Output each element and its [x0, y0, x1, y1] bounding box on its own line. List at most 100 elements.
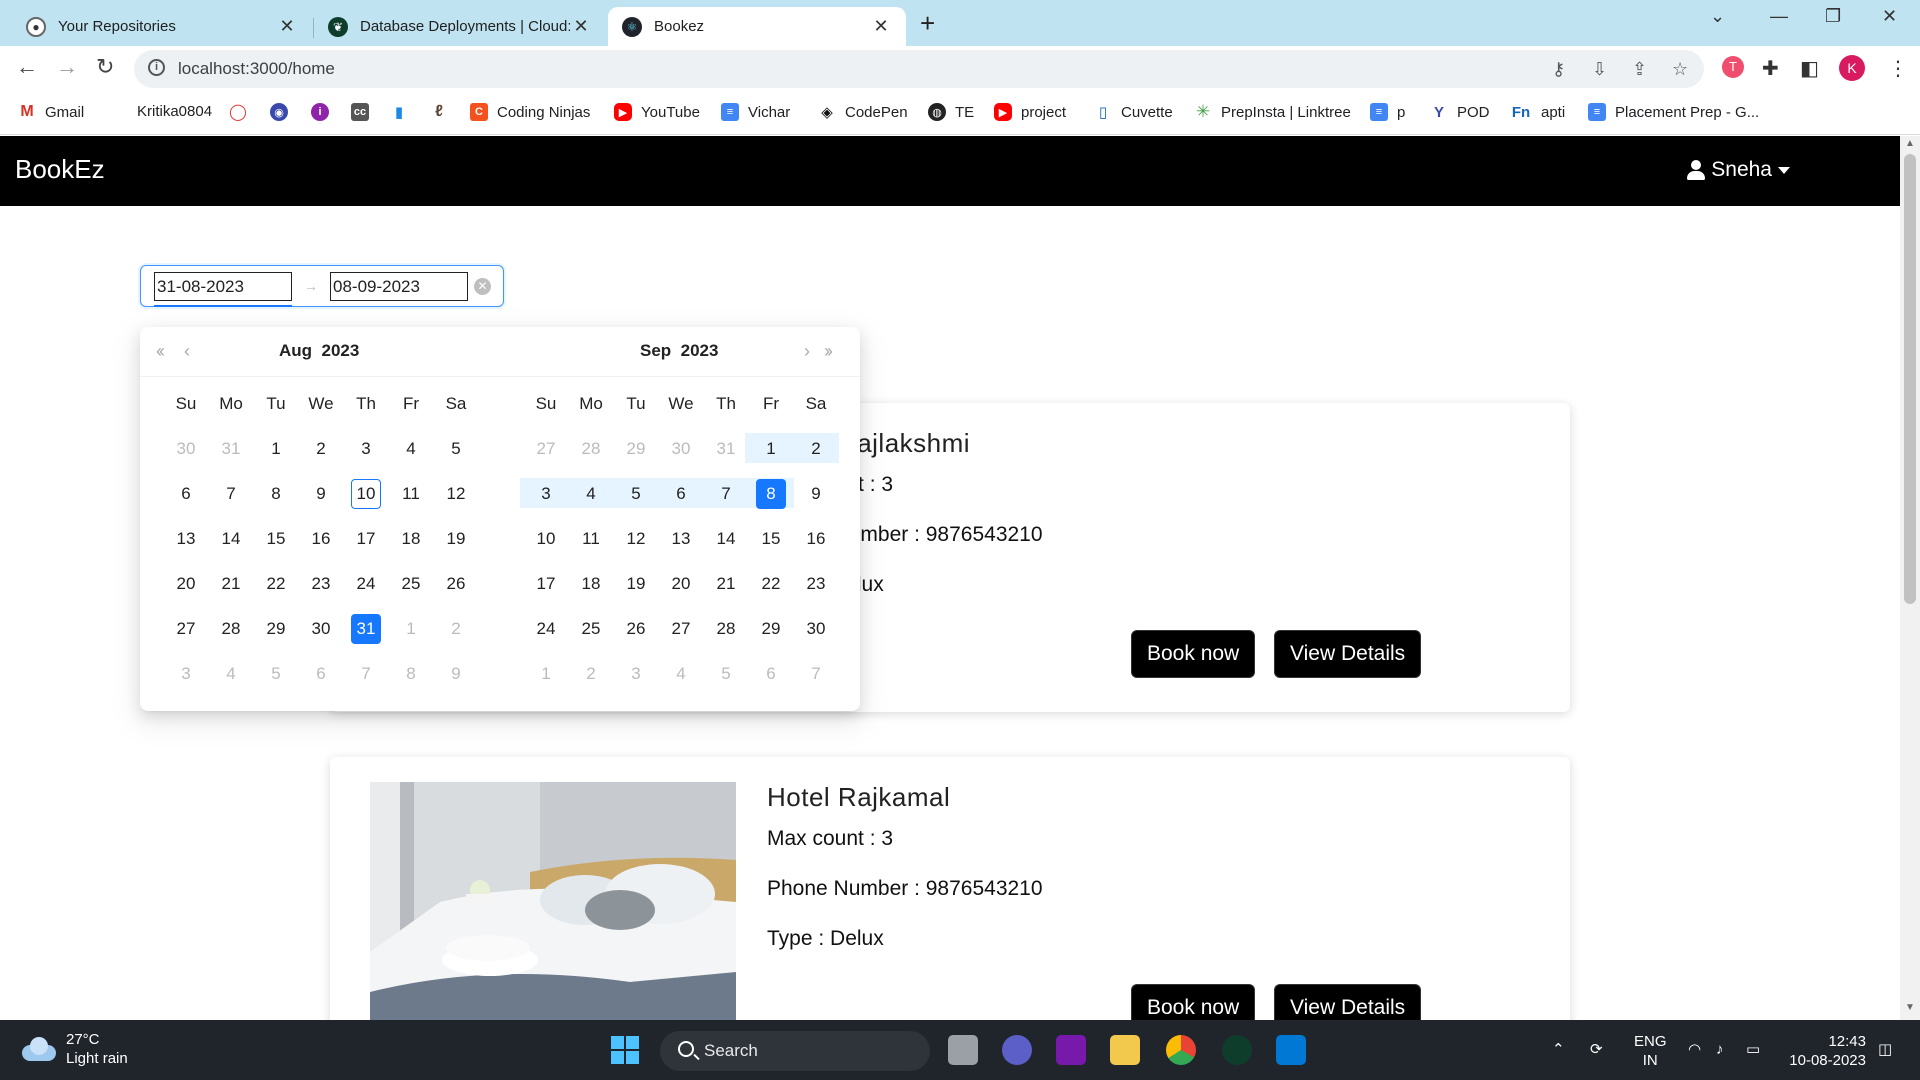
- scrollbar-thumb[interactable]: [1904, 154, 1916, 604]
- close-icon[interactable]: ✕: [570, 16, 592, 37]
- right-day-cell[interactable]: 24: [524, 606, 568, 651]
- left-day-cell[interactable]: 18: [389, 516, 433, 561]
- right-day-cell[interactable]: 26: [614, 606, 658, 651]
- clear-icon[interactable]: ✕: [474, 278, 491, 295]
- left-day-cell[interactable]: 9: [434, 651, 478, 696]
- left-day-cell[interactable]: 14: [209, 516, 253, 561]
- bookmark-coding-ninjas[interactable]: C Coding Ninjas: [470, 103, 590, 121]
- left-day-cell[interactable]: 10: [344, 471, 388, 516]
- left-year[interactable]: 2023: [322, 341, 360, 360]
- right-day-cell[interactable]: 14: [704, 516, 748, 561]
- left-day-cell[interactable]: 30: [299, 606, 343, 651]
- left-day-cell[interactable]: 30: [164, 426, 208, 471]
- left-day-cell[interactable]: 22: [254, 561, 298, 606]
- right-day-cell[interactable]: 13: [659, 516, 703, 561]
- right-day-cell[interactable]: 25: [569, 606, 613, 651]
- menu-kebab-icon[interactable]: ⋮: [1888, 56, 1908, 81]
- teams-chat-icon[interactable]: [1002, 1035, 1032, 1065]
- left-day-cell[interactable]: 2: [434, 606, 478, 651]
- bookmark-chat[interactable]: ◯: [229, 103, 256, 121]
- bookmark-pod[interactable]: Y POD: [1430, 103, 1490, 121]
- right-day-cell[interactable]: 23: [794, 561, 838, 606]
- right-day-cell[interactable]: 3: [524, 471, 568, 516]
- profile-avatar[interactable]: K: [1839, 55, 1865, 81]
- taskbar-search[interactable]: Search: [660, 1031, 930, 1071]
- battery-icon[interactable]: ▭: [1746, 1040, 1760, 1059]
- share-icon[interactable]: ⇪: [1632, 59, 1647, 80]
- right-day-cell[interactable]: 15: [749, 516, 793, 561]
- reload-icon[interactable]: ↻: [96, 54, 114, 80]
- scroll-up-icon[interactable]: ▲: [1905, 138, 1915, 149]
- left-day-cell[interactable]: 19: [434, 516, 478, 561]
- right-day-cell[interactable]: 30: [794, 606, 838, 651]
- right-day-cell[interactable]: 10: [524, 516, 568, 561]
- volume-icon[interactable]: ♪: [1716, 1040, 1724, 1059]
- sync-icon[interactable]: ⟳: [1590, 1040, 1603, 1059]
- left-day-cell[interactable]: 4: [389, 426, 433, 471]
- next-month-icon[interactable]: ›: [804, 341, 810, 362]
- right-day-cell[interactable]: 7: [794, 651, 838, 696]
- left-day-cell[interactable]: 13: [164, 516, 208, 561]
- left-day-cell[interactable]: 27: [164, 606, 208, 651]
- right-day-cell[interactable]: 6: [659, 471, 703, 516]
- mongodb-compass-icon[interactable]: [1222, 1035, 1252, 1065]
- bookmark-te[interactable]: ◍ TE: [928, 103, 974, 121]
- left-day-cell[interactable]: 6: [299, 651, 343, 696]
- minimize-button[interactable]: —: [1770, 6, 1788, 27]
- right-day-cell[interactable]: 28: [569, 426, 613, 471]
- right-day-cell[interactable]: 17: [524, 561, 568, 606]
- left-month[interactable]: Aug: [279, 341, 312, 360]
- bookmark-codepen[interactable]: ◈ CodePen: [818, 103, 908, 121]
- right-day-cell[interactable]: 27: [659, 606, 703, 651]
- bookmark-kritika0804[interactable]: Kritika0804: [137, 103, 212, 120]
- left-day-cell[interactable]: 16: [299, 516, 343, 561]
- bookmark-youtube[interactable]: ▶ YouTube: [614, 103, 700, 121]
- right-day-cell[interactable]: 21: [704, 561, 748, 606]
- left-day-cell[interactable]: 8: [389, 651, 433, 696]
- extension-t-icon[interactable]: T: [1722, 56, 1744, 78]
- right-year[interactable]: 2023: [681, 341, 719, 360]
- left-day-cell[interactable]: 12: [434, 471, 478, 516]
- check-in-date-input[interactable]: [154, 272, 292, 301]
- left-day-cell[interactable]: 24: [344, 561, 388, 606]
- next-year-icon[interactable]: ››: [824, 341, 833, 362]
- right-month[interactable]: Sep: [640, 341, 671, 360]
- view-details-button[interactable]: View Details: [1275, 631, 1421, 677]
- bookmark-codechef[interactable]: ℓ: [430, 103, 457, 121]
- right-day-cell[interactable]: 2: [794, 426, 838, 471]
- key-icon[interactable]: ⚷: [1552, 59, 1565, 80]
- left-month-title[interactable]: Aug 2023: [279, 341, 359, 361]
- url-text[interactable]: localhost:3000/home: [178, 59, 335, 79]
- right-day-cell[interactable]: 5: [614, 471, 658, 516]
- right-day-cell[interactable]: 29: [749, 606, 793, 651]
- right-day-cell[interactable]: 30: [659, 426, 703, 471]
- restore-button[interactable]: ❐: [1825, 6, 1841, 27]
- info-icon[interactable]: i: [148, 59, 165, 76]
- right-month-title[interactable]: Sep 2023: [640, 341, 718, 361]
- left-day-cell[interactable]: 5: [254, 651, 298, 696]
- scroll-down-icon[interactable]: ▼: [1905, 1002, 1915, 1013]
- left-day-cell[interactable]: 3: [164, 651, 208, 696]
- right-day-cell[interactable]: 28: [704, 606, 748, 651]
- left-day-cell[interactable]: 21: [209, 561, 253, 606]
- left-day-cell[interactable]: 31: [209, 426, 253, 471]
- weather-widget[interactable]: 27°C Light rain: [20, 1030, 128, 1068]
- right-day-cell[interactable]: 8: [749, 471, 793, 516]
- address-bar[interactable]: i localhost:3000/home ⚷ ⇩ ⇪ ☆: [134, 50, 1704, 88]
- back-icon[interactable]: ←: [16, 54, 38, 80]
- bookmark-apti[interactable]: Fn apti: [1510, 103, 1565, 121]
- onenote-icon[interactable]: [1056, 1035, 1086, 1065]
- right-day-cell[interactable]: 4: [569, 471, 613, 516]
- left-day-cell[interactable]: 25: [389, 561, 433, 606]
- right-day-cell[interactable]: 3: [614, 651, 658, 696]
- bookmark-cc[interactable]: cc: [351, 103, 378, 121]
- language-indicator[interactable]: ENG IN: [1634, 1032, 1667, 1070]
- right-day-cell[interactable]: 6: [749, 651, 793, 696]
- right-day-cell[interactable]: 7: [704, 471, 748, 516]
- bookmark-p[interactable]: ≡ p: [1370, 103, 1405, 121]
- forward-icon[interactable]: →: [56, 54, 78, 80]
- extensions-puzzle-icon[interactable]: ✚: [1762, 56, 1779, 81]
- bookmark-cuvette[interactable]: ▯ Cuvette: [1094, 103, 1173, 121]
- right-day-cell[interactable]: 5: [704, 651, 748, 696]
- bookmark-project[interactable]: ▶ project: [994, 103, 1066, 121]
